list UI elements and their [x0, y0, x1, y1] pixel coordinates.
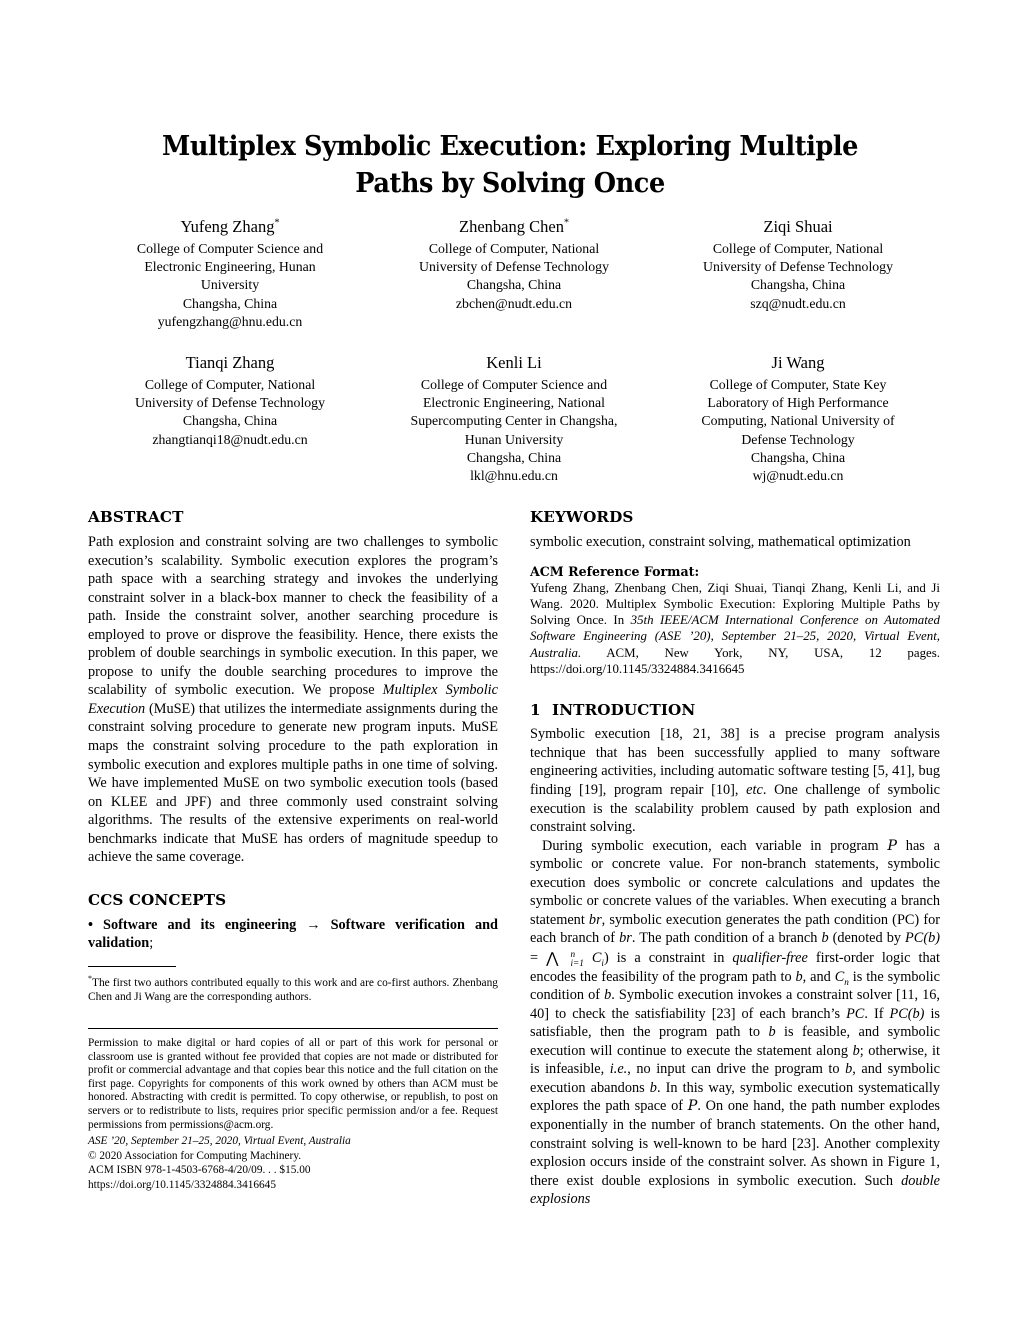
author-affiliation-line: University of Defense Technology [703, 259, 893, 275]
author-row-2: Tianqi Zhang College of Computer, Nation… [88, 352, 940, 485]
copyright-divider [88, 1028, 498, 1030]
author-email: szq@nudt.edu.cn [750, 295, 846, 311]
author-email: wj@nudt.edu.cn [752, 468, 844, 484]
isbn-line: ACM ISBN 978-1-4503-6768-4/20/09. . . $1… [88, 1164, 311, 1177]
author-affiliation-line: Electronic Engineering, National [423, 395, 605, 411]
page-title: Multiplex Symbolic Execution: Exploring … [161, 130, 859, 199]
left-column: ABSTRACT Path explosion and constraint s… [88, 508, 498, 953]
introduction-heading: 1 INTRODUCTION [530, 701, 696, 720]
ccs-category: Software and its engineering [103, 916, 297, 933]
author-affiliation-line: College of Computer, National [428, 241, 600, 256]
author-name: Kenli Li [486, 353, 542, 372]
copyright-section: Permission to make digital or hard copie… [88, 1028, 498, 1193]
author-affiliation-line: Changsha, China [182, 413, 278, 429]
math-cn: C [834, 968, 845, 985]
math-b: b [821, 930, 829, 947]
acm-reference-label: ACM Reference Format: [530, 563, 700, 579]
math-pc: PC [846, 1005, 865, 1022]
footnote-divider [88, 966, 176, 968]
math-wedge-limits: n i=1 [570, 948, 584, 968]
math-ci: C [591, 949, 602, 966]
author-affiliation-line: Supercomputing Center in Changsha, [410, 413, 618, 429]
author-affiliation-line: College of Computer, National [712, 241, 884, 256]
author-block: Tianqi Zhang College of Computer, Nation… [88, 352, 372, 485]
author-affiliation-line: College of Computer Science and [420, 377, 608, 392]
permission-text: Permission to make digital or hard copie… [88, 1037, 498, 1131]
math-pc: PC(b) [905, 930, 940, 947]
math-program-symbol: P [687, 1098, 698, 1115]
author-affiliation-line: College of Computer, National [144, 377, 316, 392]
math-qualifier-free: qualifier-free [732, 949, 808, 966]
author-block: Kenli Li College of Computer Science and… [372, 352, 656, 485]
author-block: Ji Wang College of Computer, State Key L… [656, 352, 940, 485]
author-affiliation-line: Electronic Engineering, Hunan [144, 259, 316, 275]
author-email: lkl@hnu.edu.cn [470, 468, 558, 484]
author-name: Ziqi Shuai [763, 217, 833, 236]
author-block: Zhenbang Chen* College of Computer, Nati… [372, 216, 656, 331]
author-affiliation-line: College of Computer Science and [136, 241, 324, 256]
author-affiliation-line: Laboratory of High Performance [707, 395, 889, 411]
author-affiliation-line: Hunan University [464, 431, 564, 447]
author-marker: * [274, 217, 280, 229]
right-column: KEYWORDS symbolic execution, constraint … [530, 508, 940, 1209]
venue-line: ASE ’20, September 21–25, 2020, Virtual … [88, 1135, 351, 1148]
author-affiliation-line: University of Defense Technology [419, 259, 609, 275]
intro-etc: etc [746, 781, 763, 798]
ccs-arrow-icon: → [296, 916, 331, 933]
author-name: Ji Wang [771, 353, 825, 372]
author-affiliation-line: College of Computer, State Key [709, 377, 887, 392]
author-affiliation-line: Changsha, China [750, 449, 846, 465]
intro-paragraph-2: During symbolic execution, each variable… [530, 837, 940, 1208]
ccs-tail: ; [149, 935, 154, 952]
author-email: zhangtianqi18@nudt.edu.cn [152, 431, 308, 447]
ccs-heading: CCS CONCEPTS [88, 890, 227, 909]
paper-page: Multiplex Symbolic Execution: Exploring … [0, 0, 1020, 1320]
math-b: b [795, 968, 803, 985]
footnote-section: *The first two authors contributed equal… [88, 966, 498, 1005]
author-name: Yufeng Zhang* [180, 217, 280, 236]
acm-reference-text: Yufeng Zhang, Zhenbang Chen, Ziqi Shuai,… [530, 580, 940, 677]
math-pc: PC(b) [889, 1005, 925, 1022]
math-b: b [768, 1024, 776, 1041]
author-name: Zhenbang Chen* [459, 217, 569, 236]
author-marker: * [563, 217, 569, 229]
abstract-heading: ABSTRACT [88, 508, 184, 526]
author-name: Tianqi Zhang [185, 353, 275, 372]
author-affiliation-line: Computing, National University of [701, 413, 895, 429]
math-b: b [649, 1079, 657, 1096]
author-email: zbchen@nudt.edu.cn [455, 295, 573, 311]
math-b: b [852, 1042, 860, 1059]
author-affiliation-line: Defense Technology [741, 431, 855, 447]
author-block: Yufeng Zhang* College of Computer Scienc… [88, 216, 372, 331]
abstract-text: Path explosion and constraint solving ar… [88, 534, 498, 866]
author-affiliation-line: Changsha, China [750, 277, 846, 293]
author-affiliation-line: Changsha, China [182, 295, 278, 311]
keywords-heading: KEYWORDS [530, 508, 634, 526]
author-block: Ziqi Shuai College of Computer, National… [656, 216, 940, 331]
copyright-line: © 2020 Association for Computing Machine… [88, 1149, 302, 1162]
author-affiliation-line: University of Defense Technology [135, 395, 325, 411]
intro-paragraph-1: Symbolic execution [18, 21, 38] is a pre… [530, 726, 940, 836]
math-br: br [619, 930, 632, 947]
section-number: 1 [530, 701, 541, 720]
math-program-symbol: P [887, 837, 898, 854]
math-bigwedge-icon: ⋀ [546, 948, 559, 967]
doi-line: https://doi.org/10.1145/3324884.3416645 [88, 1179, 276, 1192]
author-affiliation-line: Changsha, China [466, 277, 562, 293]
author-email: yufengzhang@hnu.edu.cn [157, 313, 303, 329]
ccs-text: • Software and its engineering → Softwar… [88, 916, 498, 953]
math-br: br [588, 911, 602, 928]
keywords-text: symbolic execution, constraint solving, … [530, 534, 911, 550]
author-affiliation-line: University [200, 277, 260, 293]
author-row-1: Yufeng Zhang* College of Computer Scienc… [88, 216, 940, 331]
intro-ie: i.e. [609, 1061, 628, 1078]
ccs-bullet: • [88, 916, 103, 933]
author-affiliation-line: Changsha, China [466, 449, 562, 465]
footnote-text: *The first two authors contributed equal… [88, 974, 498, 1004]
